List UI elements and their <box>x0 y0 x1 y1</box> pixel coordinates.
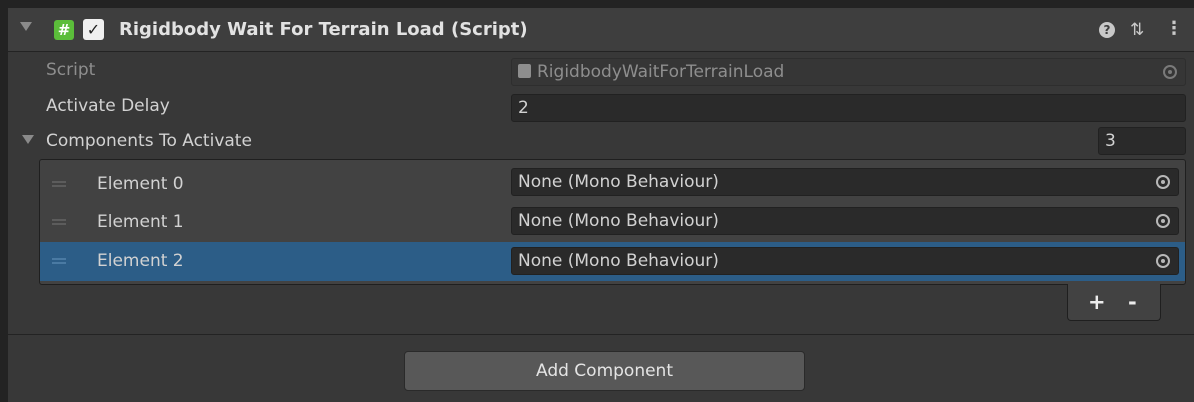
element-value: None (Mono Behaviour) <box>518 251 719 271</box>
drag-handle-icon[interactable] <box>52 181 66 187</box>
element-2-object-field[interactable]: None (Mono Behaviour) <box>511 247 1179 275</box>
object-picker-icon <box>1163 65 1177 79</box>
element-value: None (Mono Behaviour) <box>518 172 719 192</box>
element-value: None (Mono Behaviour) <box>518 211 719 231</box>
list-footer: + - <box>1067 284 1161 321</box>
object-picker-icon[interactable] <box>1156 254 1170 268</box>
hash-icon: # <box>54 20 74 40</box>
window-top-border <box>0 0 1194 8</box>
activate-delay-input[interactable]: 2 <box>511 94 1186 122</box>
presets-icon[interactable]: ⇅ <box>1130 20 1144 40</box>
object-picker-icon[interactable] <box>1156 175 1170 189</box>
remove-element-button[interactable]: - <box>1128 290 1137 314</box>
script-value: RigidbodyWaitForTerrainLoad <box>537 62 785 82</box>
kebab-menu-icon[interactable]: ⋮ <box>1165 18 1183 39</box>
collapse-arrow-icon[interactable] <box>20 22 32 31</box>
drag-handle-icon[interactable] <box>52 258 66 264</box>
script-field: RigidbodyWaitForTerrainLoad <box>511 58 1186 86</box>
element-label: Element 0 <box>97 174 184 194</box>
components-to-activate-label[interactable]: Components To Activate <box>46 131 252 151</box>
component-header[interactable]: # ✓ Rigidbody Wait For Terrain Load (Scr… <box>8 8 1194 52</box>
object-picker-icon[interactable] <box>1156 214 1170 228</box>
element-label: Element 1 <box>97 212 184 232</box>
help-icon[interactable]: ? <box>1099 22 1115 38</box>
script-file-icon <box>518 64 531 78</box>
list-foldout-arrow-icon[interactable] <box>22 135 34 144</box>
script-label: Script <box>46 60 96 80</box>
add-element-button[interactable]: + <box>1088 290 1106 314</box>
activate-delay-label: Activate Delay <box>46 96 170 116</box>
element-1-object-field[interactable]: None (Mono Behaviour) <box>511 207 1179 235</box>
component-title: Rigidbody Wait For Terrain Load (Script) <box>119 19 528 40</box>
element-0-object-field[interactable]: None (Mono Behaviour) <box>511 168 1179 196</box>
drag-handle-icon[interactable] <box>52 219 66 225</box>
element-label: Element 2 <box>97 251 184 271</box>
list-size-input[interactable]: 3 <box>1098 127 1186 155</box>
divider <box>8 334 1194 335</box>
enabled-checkbox[interactable]: ✓ <box>83 19 104 40</box>
window-left-border <box>0 0 8 402</box>
add-component-button[interactable]: Add Component <box>404 351 805 391</box>
